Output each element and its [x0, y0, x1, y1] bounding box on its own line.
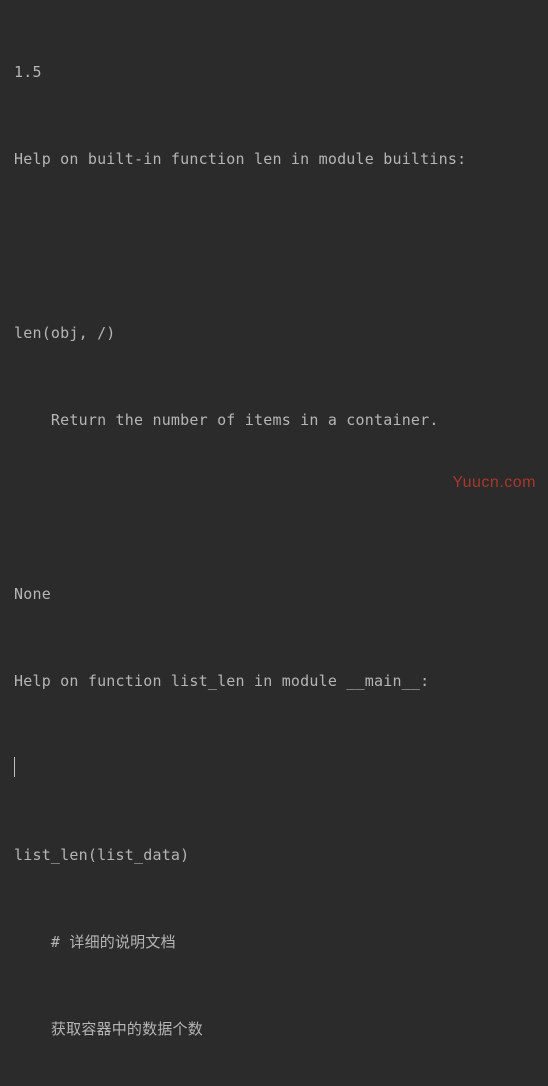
output-line: # 详细的说明文档 [14, 928, 534, 957]
output-line: 1.5 [14, 58, 534, 87]
output-line: len(obj, /) [14, 319, 534, 348]
console-output[interactable]: 1.5 Help on built-in function len in mod… [0, 0, 548, 1086]
output-line: list_len(list_data) [14, 841, 534, 870]
output-line: Return the number of items in a containe… [14, 406, 534, 435]
output-line: Help on function list_len in module __ma… [14, 667, 534, 696]
output-line: None [14, 580, 534, 609]
watermark-text: Yuucn.com [452, 468, 536, 497]
output-line [14, 232, 534, 261]
output-line: Help on built-in function len in module … [14, 145, 534, 174]
cursor-caret [14, 757, 15, 777]
output-line-cursor [14, 754, 534, 783]
output-line: 获取容器中的数据个数 [14, 1015, 534, 1044]
output-line [14, 493, 534, 522]
